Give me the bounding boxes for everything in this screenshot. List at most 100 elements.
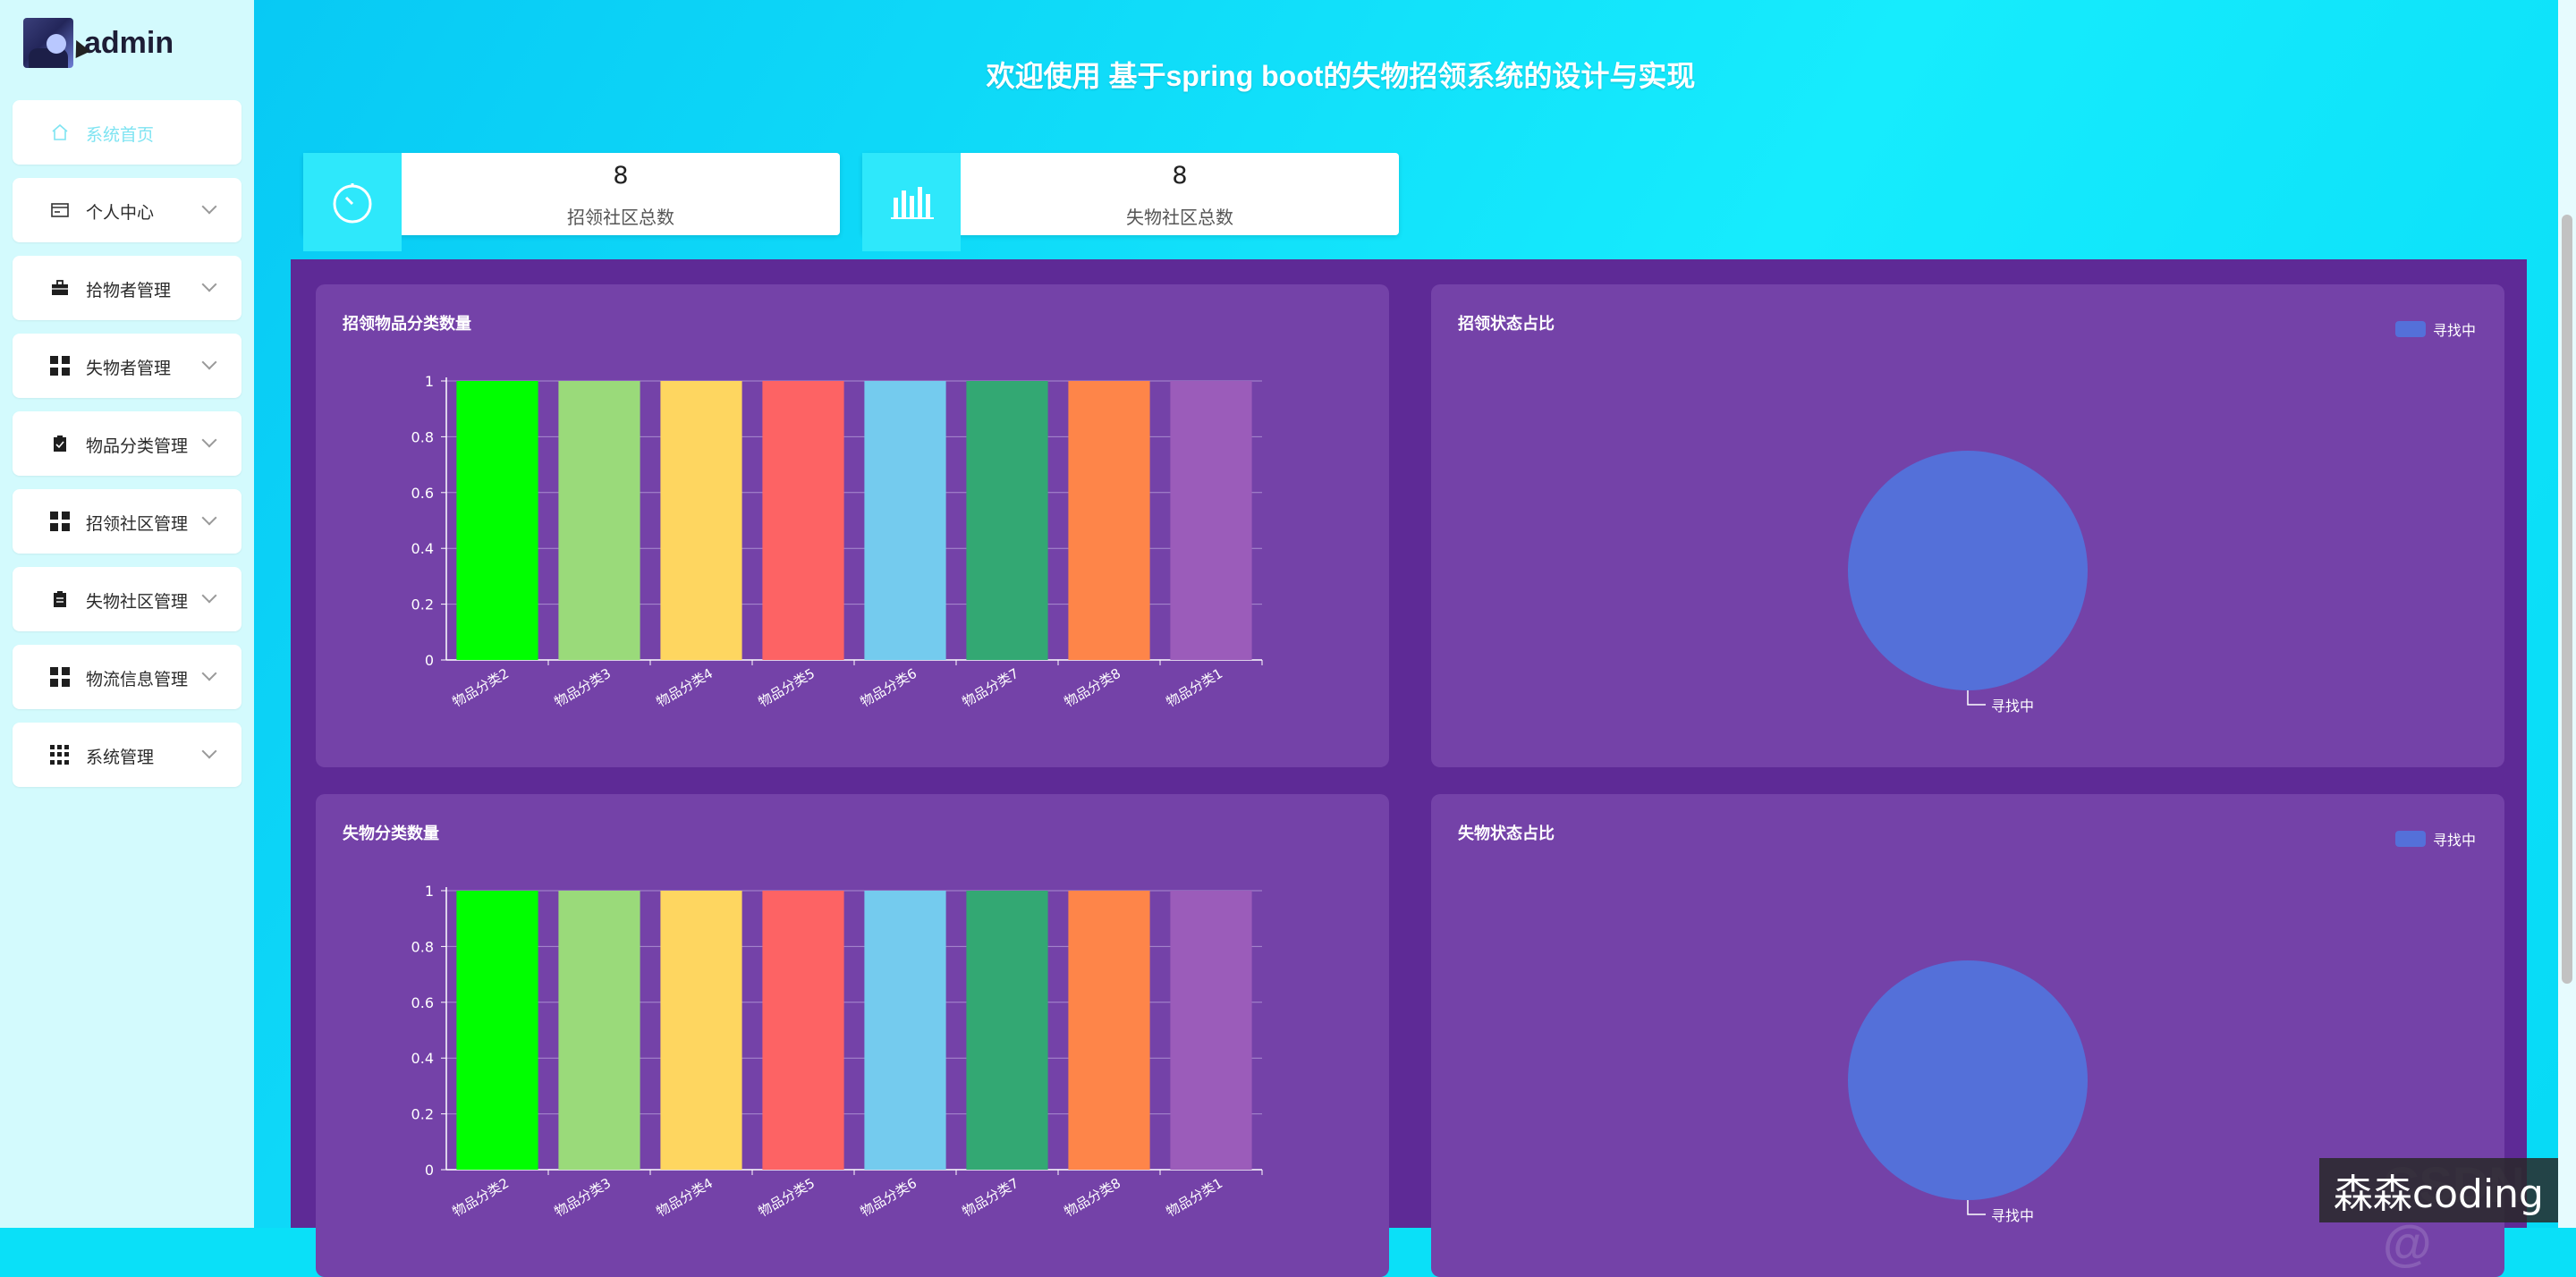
- id-card-icon: [51, 203, 69, 217]
- stat-value: 8: [1172, 162, 1188, 190]
- sidebar-menu: 系统首页 个人中心 拾物者管理 失物者管理 物品分类管理 招领社区管理 失物社区…: [13, 100, 242, 800]
- pie-slice: [1848, 451, 2088, 690]
- y-tick-label: 0.4: [411, 1050, 434, 1067]
- x-tick-label: 物品分类3: [552, 665, 614, 710]
- bar: [966, 381, 1048, 660]
- sidebar-item-loser-management[interactable]: 失物者管理: [13, 334, 242, 398]
- y-tick-label: 0.2: [411, 596, 434, 613]
- chevron-down-icon: [201, 510, 217, 526]
- bar: [1068, 381, 1150, 660]
- bar: [660, 381, 742, 660]
- home-icon: [52, 123, 68, 140]
- sidebar-item-label: 招领社区管理: [86, 514, 189, 534]
- sidebar-item-home[interactable]: 系统首页: [13, 100, 242, 165]
- y-tick-label: 0.8: [411, 428, 434, 445]
- pie-slice: [1848, 960, 2088, 1200]
- y-tick-label: 0.2: [411, 1106, 434, 1123]
- lost-category-chart: 失物分类数量 0 0.2 0.4 0.6 0.8 1 物品分类2 物品分类3 物品分类4 物品分类…: [316, 794, 1389, 1277]
- bar: [762, 381, 844, 660]
- bar: [558, 891, 640, 1170]
- main-content: 欢迎使用 基于spring boot的失物招领系统的设计与实现 8 招领社区总数…: [254, 0, 2576, 1277]
- bar-chart: 0 0.2 0.4 0.6 0.8 1 物品分类2 物品分类3 物品分类4 物品分类5 物品分类6 物…: [411, 373, 1263, 710]
- x-tick-label: 物品分类4: [654, 665, 716, 710]
- chevron-down-icon: [201, 743, 217, 759]
- pie-slice-label: 寻找中: [1991, 698, 2035, 715]
- sidebar: admin 系统首页 个人中心 拾物者管理 失物者管理 物品分类管理 招领社区管…: [0, 0, 254, 1228]
- clipboard-icon: [54, 591, 66, 607]
- brand: admin: [23, 18, 174, 68]
- stat-label: 招领社区总数: [567, 207, 674, 228]
- x-tick-label: 物品分类8: [1062, 665, 1123, 710]
- page-scrollbar[interactable]: [2558, 0, 2576, 1228]
- grid-icon: [50, 356, 70, 376]
- bar: [966, 891, 1048, 1170]
- y-tick-label: 0.8: [411, 938, 434, 955]
- chevron-down-icon: [201, 276, 217, 292]
- sidebar-item-label: 物品分类管理: [86, 436, 189, 456]
- grid-icon: [50, 667, 70, 687]
- x-tick-label: 物品分类2: [450, 1175, 512, 1220]
- stat-card-found-community: 8 招领社区总数: [303, 153, 840, 251]
- bar: [660, 891, 742, 1170]
- y-tick-label: 0.6: [411, 485, 434, 502]
- clipboard-icon: [54, 436, 66, 452]
- y-tick-label: 0: [425, 652, 434, 669]
- bar: [864, 891, 946, 1170]
- stopwatch-icon: [333, 183, 372, 224]
- x-tick-label: 物品分类1: [1164, 1175, 1225, 1220]
- sidebar-item-personal-center[interactable]: 个人中心: [13, 178, 242, 242]
- sidebar-item-label: 物流信息管理: [86, 670, 189, 689]
- x-tick-label: 物品分类8: [1062, 1175, 1123, 1220]
- scrollbar-thumb[interactable]: [2562, 215, 2572, 984]
- x-tick-label: 物品分类4: [654, 1175, 716, 1220]
- chevron-down-icon: [201, 588, 217, 604]
- x-tick-label: 物品分类2: [450, 665, 512, 710]
- sidebar-item-label: 失物社区管理: [86, 592, 189, 612]
- x-tick-label: 物品分类3: [552, 1175, 614, 1220]
- bar-chart-icon: [891, 187, 934, 219]
- bar: [864, 381, 946, 660]
- sidebar-item-logistics-management[interactable]: 物流信息管理: [13, 645, 242, 709]
- chevron-down-icon: [201, 354, 217, 370]
- sidebar-item-lost-community-management[interactable]: 失物社区管理: [13, 567, 242, 631]
- sidebar-item-system-management[interactable]: 系统管理: [13, 723, 242, 787]
- grid-icon: [50, 512, 70, 531]
- sidebar-item-label: 拾物者管理: [86, 281, 172, 300]
- bar: [1170, 891, 1252, 1170]
- y-tick-label: 0: [425, 1162, 434, 1179]
- pie-chart: [1848, 451, 2088, 706]
- username[interactable]: admin: [84, 26, 174, 61]
- sidebar-item-found-community-management[interactable]: 招领社区管理: [13, 489, 242, 554]
- x-tick-label: 物品分类5: [756, 665, 818, 710]
- bar: [1170, 381, 1252, 660]
- stat-card-lost-community: 8 失物社区总数: [862, 153, 1399, 251]
- x-tick-label: 物品分类7: [960, 1175, 1021, 1220]
- stat-value: 8: [613, 162, 629, 190]
- bar: [1068, 891, 1150, 1170]
- y-tick-label: 1: [425, 373, 434, 390]
- bar-chart: 0 0.2 0.4 0.6 0.8 1 物品分类2 物品分类3 物品分类4 物品分类5 物品分类6 物…: [411, 883, 1263, 1220]
- bar: [558, 381, 640, 660]
- bar: [456, 381, 538, 660]
- chevron-down-icon: [201, 432, 217, 448]
- x-tick-label: 物品分类6: [858, 665, 919, 710]
- x-tick-label: 物品分类5: [756, 1175, 818, 1220]
- x-tick-label: 物品分类1: [1164, 665, 1225, 710]
- sidebar-item-label: 个人中心: [86, 203, 155, 223]
- bar: [762, 891, 844, 1170]
- y-tick-label: 0.4: [411, 540, 434, 557]
- avatar[interactable]: [23, 18, 73, 68]
- sidebar-item-label: 系统管理: [86, 748, 155, 767]
- page-title: 欢迎使用 基于spring boot的失物招领系统的设计与实现: [986, 60, 1696, 92]
- sidebar-item-label: 系统首页: [86, 125, 155, 145]
- chevron-down-icon: [201, 199, 217, 215]
- chevron-down-icon: [201, 665, 217, 681]
- bar: [456, 891, 538, 1170]
- stat-icon-box: [862, 153, 961, 251]
- x-tick-label: 物品分类6: [858, 1175, 919, 1220]
- watermark: 森森coding: [2318, 1158, 2558, 1222]
- sidebar-item-finder-management[interactable]: 拾物者管理: [13, 256, 242, 320]
- pie-slice-label: 寻找中: [1991, 1207, 2035, 1224]
- sidebar-item-category-management[interactable]: 物品分类管理: [13, 411, 242, 476]
- y-tick-label: 1: [425, 883, 434, 900]
